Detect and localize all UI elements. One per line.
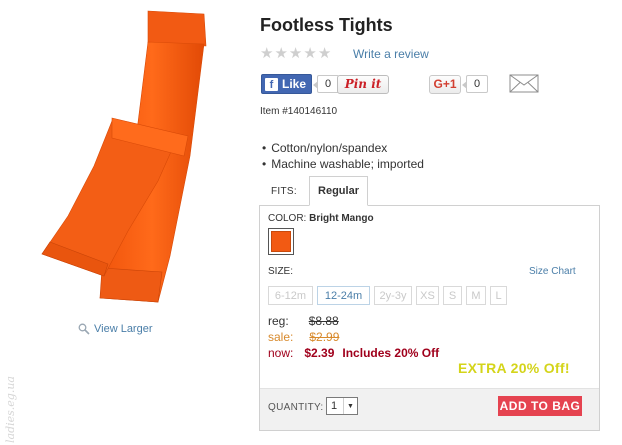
sale-price-row: sale: $2.99 <box>268 330 339 344</box>
now-price-row: now: $2.39 Includes 20% Off <box>268 346 439 360</box>
fits-label: FITS: <box>271 186 297 197</box>
star-icon: ★ <box>288 45 303 62</box>
star-rating[interactable]: ★ ★ ★ ★ ★ <box>260 44 331 62</box>
reg-label: reg: <box>268 314 289 328</box>
color-label-text: COLOR: <box>268 213 307 224</box>
feature-list: Cotton/nylon/spandex Machine washable; i… <box>262 140 424 172</box>
envelope-icon[interactable] <box>509 74 539 93</box>
color-label: COLOR: Bright Mango <box>268 213 374 224</box>
discount-note: Includes 20% Off <box>342 346 440 360</box>
magnifier-icon <box>78 323 90 335</box>
pinterest-pin[interactable]: Pin it <box>337 74 389 94</box>
sale-label: sale: <box>268 330 294 344</box>
like-label: Like <box>282 77 307 91</box>
extra-discount-badge: EXTRA 20% Off! <box>458 360 570 376</box>
sale-price: $2.99 <box>309 330 340 344</box>
size-label: SIZE: <box>268 266 294 277</box>
pin-it-button[interactable]: Pin it <box>337 74 389 94</box>
google-plus[interactable]: G+1 0 <box>429 74 488 94</box>
size-option-s[interactable]: S <box>443 286 462 305</box>
quantity-select[interactable]: 1 ▼ <box>326 397 358 415</box>
size-chart-link[interactable]: Size Chart <box>529 266 576 277</box>
write-review-link[interactable]: Write a review <box>353 47 429 61</box>
size-option-m[interactable]: M <box>466 286 486 305</box>
quantity-label: QUANTITY: <box>268 402 324 413</box>
facebook-like[interactable]: f Like 0 <box>261 74 340 94</box>
google-plus-button[interactable]: G+1 <box>429 74 461 94</box>
feature-item: Machine washable; imported <box>262 156 424 172</box>
star-icon: ★ <box>317 45 332 62</box>
size-option-xs[interactable]: XS <box>416 286 439 305</box>
item-number: Item #140146110 <box>260 106 338 117</box>
size-option-6-12m[interactable]: 6-12m <box>268 286 313 305</box>
now-label: now: <box>268 346 294 360</box>
star-icon: ★ <box>274 45 288 62</box>
quantity-value: 1 <box>331 400 338 412</box>
color-swatch-bright-mango[interactable] <box>268 228 294 255</box>
chevron-down-icon: ▼ <box>343 398 357 414</box>
size-option-2y-3y[interactable]: 2y-3y <box>374 286 412 305</box>
feature-item: Cotton/nylon/spandex <box>262 140 424 156</box>
view-larger-label: View Larger <box>94 323 153 335</box>
size-option-12-24m[interactable]: 12-24m <box>317 286 370 305</box>
star-icon: ★ <box>260 45 274 62</box>
product-title: Footless Tights <box>260 15 393 35</box>
star-icon: ★ <box>303 45 317 62</box>
size-options: 6-12m 12-24m 2y-3y XS S M L <box>268 286 507 305</box>
color-name: Bright Mango <box>309 213 374 224</box>
view-larger-link[interactable]: View Larger <box>78 323 153 335</box>
now-price: $2.39 <box>304 346 335 360</box>
watermark: ladies.eg.ua <box>4 376 17 443</box>
swatch-fill <box>271 231 291 252</box>
product-image[interactable] <box>28 6 218 311</box>
gplus-count: 0 <box>462 75 488 93</box>
tab-regular[interactable]: Regular <box>309 176 368 206</box>
like-count: 0 <box>313 75 340 93</box>
size-option-l[interactable]: L <box>490 286 507 305</box>
regular-price-row: reg: $8.88 <box>268 314 339 328</box>
add-to-bag-button[interactable]: ADD TO BAG <box>498 396 582 416</box>
facebook-like-button[interactable]: f Like <box>261 74 313 94</box>
regular-price: $8.88 <box>308 314 339 328</box>
facebook-icon: f <box>265 77 278 91</box>
